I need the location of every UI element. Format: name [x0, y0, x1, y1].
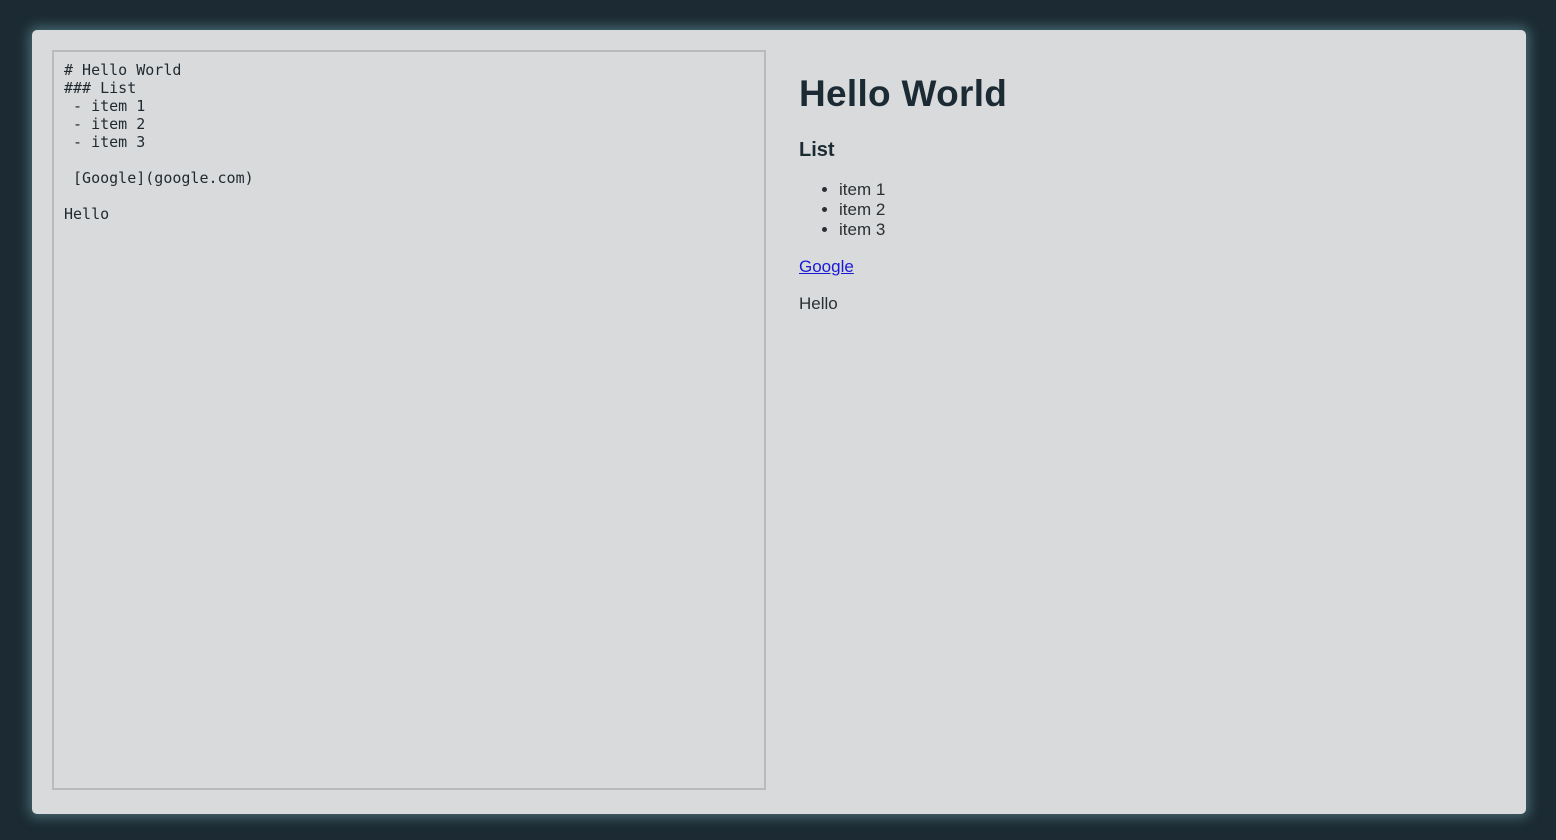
markdown-input[interactable]: # Hello World ### List - item 1 - item 2… — [52, 50, 766, 790]
list-item: item 2 — [839, 200, 1499, 220]
google-link[interactable]: Google — [799, 257, 854, 276]
markdown-preview: Hello World List item 1 item 2 item 3 Go… — [799, 72, 1499, 314]
preview-subheading: List — [799, 139, 835, 161]
list-item: item 1 — [839, 180, 1499, 200]
markdown-editor-card: # Hello World ### List - item 1 - item 2… — [32, 30, 1526, 814]
list-item: item 3 — [839, 220, 1499, 240]
preview-heading: Hello World — [799, 73, 1008, 114]
preview-paragraph: Hello — [799, 294, 838, 313]
preview-list: item 1 item 2 item 3 — [799, 180, 1499, 240]
preview-link-paragraph: Google — [799, 256, 1499, 277]
